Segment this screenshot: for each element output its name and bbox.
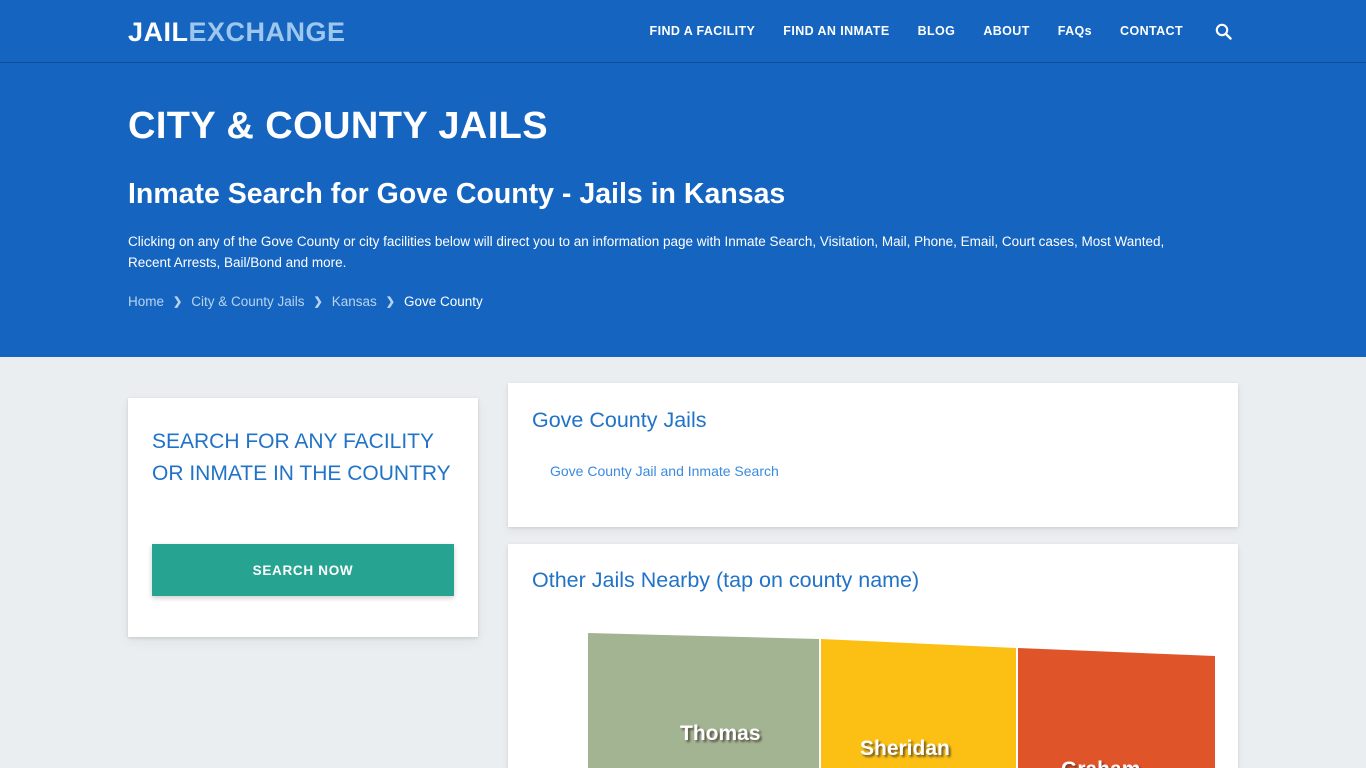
nav-item-find-a-facility[interactable]: FIND A FACILITY xyxy=(636,0,770,63)
nearby-jails-card: Other Jails Nearby (tap on county name) … xyxy=(508,544,1238,768)
page-subtitle: Inmate Search for Gove County - Jails in… xyxy=(128,178,786,210)
search-card-title: SEARCH FOR ANY FACILITY OR INMATE IN THE… xyxy=(152,430,451,485)
site-header: JAILEXCHANGE FIND A FACILITY FIND AN INM… xyxy=(0,0,1366,63)
page-description: Clicking on any of the Gove County or ci… xyxy=(128,234,1165,270)
county-jails-title: Gove County Jails xyxy=(532,408,707,432)
hero-banner: CITY & COUNTY JAILS Inmate Search for Go… xyxy=(0,63,1366,357)
search-now-button[interactable]: SEARCH NOW xyxy=(152,544,454,596)
nav-item-blog[interactable]: BLOG xyxy=(904,0,970,63)
county-shape-thomas[interactable] xyxy=(588,633,819,768)
breadcrumb-item-gove-county: Gove County xyxy=(404,294,483,309)
jail-link-gove-county-jail[interactable]: Gove County Jail and Inmate Search xyxy=(532,461,779,481)
county-shape-sheridan[interactable] xyxy=(821,639,1016,768)
nav-item-contact[interactable]: CONTACT xyxy=(1106,0,1197,63)
site-logo[interactable]: JAILEXCHANGE xyxy=(128,17,346,47)
main-content: SEARCH FOR ANY FACILITY OR INMATE IN THE… xyxy=(0,357,1366,768)
county-map-svg xyxy=(588,633,1215,768)
list-item: Gove County Jail and Inmate Search xyxy=(532,461,779,482)
nav-item-about[interactable]: ABOUT xyxy=(969,0,1043,63)
county-jails-card: Gove County Jails Gove County Jail and I… xyxy=(508,383,1238,527)
breadcrumb-item-home[interactable]: Home xyxy=(128,293,164,311)
search-facility-card: SEARCH FOR ANY FACILITY OR INMATE IN THE… xyxy=(128,398,478,637)
breadcrumb: Home ❯ City & County Jails ❯ Kansas ❯ Go… xyxy=(128,293,483,311)
nearby-jails-title: Other Jails Nearby (tap on county name) xyxy=(532,568,920,592)
page-title: CITY & COUNTY JAILS xyxy=(128,105,549,147)
nav-item-find-an-inmate[interactable]: FIND AN INMATE xyxy=(769,0,903,63)
county-jails-list: Gove County Jail and Inmate Search xyxy=(532,461,779,482)
county-map: Thomas Sheridan Graham xyxy=(508,622,1238,768)
logo-text-secondary: EXCHANGE xyxy=(188,17,346,47)
main-navigation: FIND A FACILITY FIND AN INMATE BLOG ABOU… xyxy=(636,0,1238,63)
chevron-right-icon: ❯ xyxy=(385,296,395,308)
breadcrumb-item-kansas[interactable]: Kansas xyxy=(332,293,377,311)
search-icon[interactable] xyxy=(1197,23,1238,40)
breadcrumb-item-city-county-jails[interactable]: City & County Jails xyxy=(191,293,304,311)
chevron-right-icon: ❯ xyxy=(173,296,183,308)
county-shape-graham[interactable] xyxy=(1018,648,1215,768)
nav-item-faqs[interactable]: FAQs xyxy=(1044,0,1106,63)
logo-text-primary: JAIL xyxy=(128,17,189,47)
chevron-right-icon: ❯ xyxy=(313,296,323,308)
